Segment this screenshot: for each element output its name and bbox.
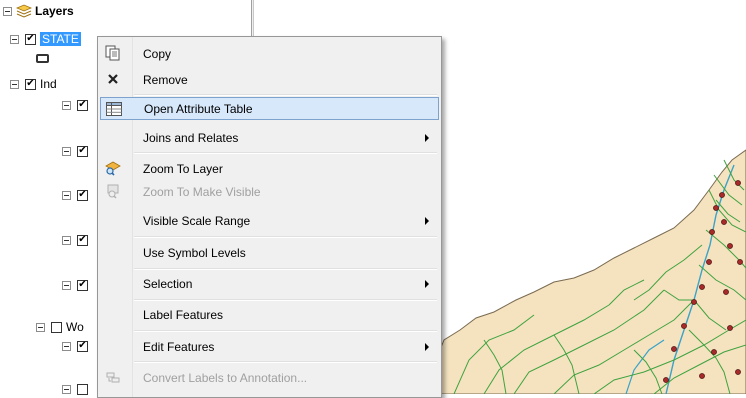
collapse-icon[interactable] [62,341,71,351]
menu-item-remove[interactable]: Remove [100,68,439,91]
collapse-icon[interactable] [62,190,71,200]
menu-separator [134,268,437,270]
toc-sublayer[interactable]: ✔ [62,96,88,114]
layers-title: Layers [35,4,74,18]
menu-item-zoom-to-make-visible[interactable]: Zoom To Make Visible [100,180,439,203]
menu-item-label: Convert Labels to Annotation... [143,370,308,385]
toc-group-layer[interactable]: ✔ Ind [10,75,57,93]
menu-separator [134,236,437,238]
menu-item-label: Zoom To Layer [143,161,223,176]
convert-labels-icon [104,369,122,385]
layers-icon [15,4,33,18]
collapse-icon[interactable] [36,322,45,332]
toc-layer-label[interactable]: Wo [66,320,84,334]
collapse-icon[interactable] [10,34,19,44]
menu-separator [134,94,437,96]
menu-separator [134,361,437,363]
layer-visibility-checkbox[interactable]: ✔ [77,145,88,157]
toc-layer-state[interactable]: ✔ STATE [10,30,81,48]
table-icon [105,101,123,117]
toc-sublayer[interactable]: ✔ [62,276,88,294]
collapse-icon[interactable] [10,79,19,89]
layer-visibility-checkbox[interactable]: ✔ [25,33,36,45]
menu-item-visible-scale-range[interactable]: Visible Scale Range [100,209,439,232]
toc-layer-label[interactable]: Ind [40,77,57,91]
collapse-icon[interactable] [62,280,71,290]
collapse-icon[interactable] [62,235,71,245]
menu-item-label: Edit Features [143,339,215,354]
menu-item-label-features[interactable]: Label Features [100,303,439,326]
layer-symbol [36,49,49,67]
layer-visibility-checkbox[interactable]: ✔ [77,279,88,291]
collapse-icon[interactable] [62,384,71,394]
menu-item-label: Selection [143,276,193,291]
layer-visibility-checkbox[interactable]: ✔ [77,99,88,111]
menu-separator [134,330,437,332]
menu-item-label: Open Attribute Table [144,101,253,116]
toc-sublayer[interactable]: ✔ [62,337,88,355]
layer-context-menu: Copy Remove Open Attribute Table Joins a… [97,36,442,398]
toc-sublayer[interactable]: ✔ [62,142,88,160]
menu-item-label: Label Features [143,307,224,322]
menu-item-label: Joins and Relates [143,130,239,145]
layer-visibility-checkbox[interactable] [51,321,62,333]
menu-item-label: Zoom To Make Visible [143,184,261,199]
toc-layer-label-selected[interactable]: STATE [40,32,81,46]
menu-item-convert-labels-to-annotation[interactable]: Convert Labels to Annotation... [100,366,439,389]
menu-separator [134,299,437,301]
polygon-symbol-icon [36,53,49,63]
zoom-visible-icon [104,183,122,199]
toc-sublayer[interactable] [62,380,88,398]
menu-separator [134,152,437,154]
copy-icon [104,45,122,61]
toc-sublayer[interactable]: ✔ [62,186,88,204]
menu-item-label: Copy [143,46,172,61]
toc-sublayer[interactable]: ✔ [62,231,88,249]
collapse-icon[interactable] [62,146,71,156]
submenu-arrow-icon [425,217,429,225]
menu-item-selection[interactable]: Selection [100,272,439,295]
layer-visibility-checkbox[interactable]: ✔ [77,234,88,246]
layer-visibility-checkbox[interactable]: ✔ [25,78,36,90]
remove-icon [104,71,122,87]
submenu-arrow-icon [425,134,429,142]
menu-item-zoom-to-layer[interactable]: Zoom To Layer [100,157,439,180]
menu-item-label: Remove [143,72,188,87]
menu-item-joins-and-relates[interactable]: Joins and Relates [100,126,439,149]
zoom-layer-icon [104,160,122,176]
menu-item-edit-features[interactable]: Edit Features [100,335,439,358]
menu-item-use-symbol-levels[interactable]: Use Symbol Levels [100,241,439,264]
menu-item-label: Visible Scale Range [143,213,251,228]
submenu-arrow-icon [425,280,429,288]
collapse-icon[interactable] [3,6,12,16]
layer-visibility-checkbox[interactable]: ✔ [77,340,88,352]
menu-item-label: Use Symbol Levels [143,245,246,260]
collapse-icon[interactable] [62,100,71,110]
layer-visibility-checkbox[interactable] [77,383,88,395]
toc-group-layer[interactable]: Wo [36,318,84,336]
submenu-arrow-icon [425,343,429,351]
state-polygon [433,149,746,394]
menu-item-open-attribute-table[interactable]: Open Attribute Table [100,97,439,120]
layer-visibility-checkbox[interactable]: ✔ [77,189,88,201]
toc-root-layers[interactable]: Layers [3,2,74,20]
menu-item-copy[interactable]: Copy [100,42,439,65]
